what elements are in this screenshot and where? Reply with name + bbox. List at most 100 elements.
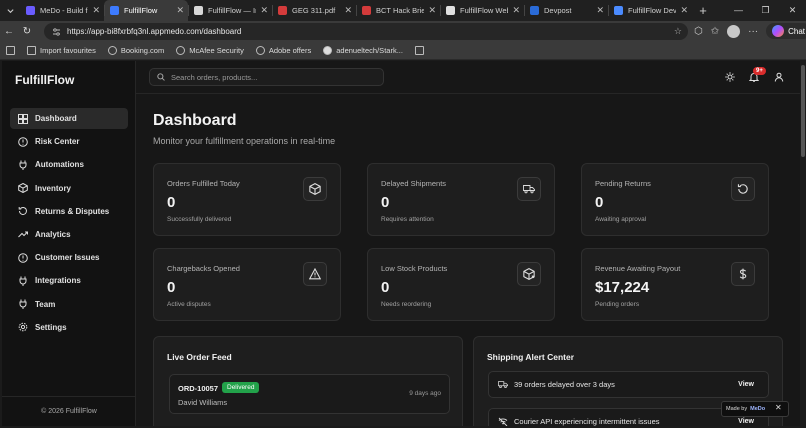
sidebar-item-customer-issues[interactable]: Customer Issues bbox=[10, 247, 128, 268]
back-icon[interactable]: ← bbox=[0, 26, 18, 37]
close-window-icon[interactable]: ✕ bbox=[779, 0, 806, 21]
dashboard-icon bbox=[18, 113, 28, 124]
nav-label: Inventory bbox=[35, 183, 72, 193]
sidebar: FulfillFlow Dashboard Risk Center Automa… bbox=[2, 61, 136, 426]
wifi-off-icon bbox=[498, 417, 508, 427]
restore-icon[interactable]: ❐ bbox=[752, 0, 779, 21]
globe-icon bbox=[255, 46, 265, 55]
stat-value: 0 bbox=[381, 194, 390, 211]
profile-avatar[interactable] bbox=[727, 24, 741, 38]
scrollbar-thumb[interactable] bbox=[801, 65, 805, 157]
sidebar-item-settings[interactable]: Settings bbox=[10, 317, 128, 338]
stat-value: $17,224 bbox=[595, 279, 650, 296]
bookmark-sidebar-toggle[interactable] bbox=[6, 46, 15, 55]
nav-label: Risk Center bbox=[35, 137, 80, 147]
sidebar-item-team[interactable]: Team bbox=[10, 294, 128, 315]
live-order-feed-panel: Live Order Feed ORD-10057 Delivered Davi… bbox=[153, 336, 463, 426]
sidebar-item-risk-center[interactable]: Risk Center bbox=[10, 131, 128, 152]
bookmark-item[interactable]: Import favourites bbox=[27, 46, 96, 55]
search-box[interactable] bbox=[149, 68, 384, 86]
tab-favicon-icon bbox=[194, 6, 203, 15]
browser-tab[interactable]: Devpost ✕ bbox=[524, 0, 608, 21]
user-profile-icon[interactable] bbox=[774, 72, 784, 82]
browser-tab[interactable]: MeDo - Build full-stack ✕ bbox=[20, 0, 104, 21]
browser-tab[interactable]: FulfillFlow Web App ✕ bbox=[440, 0, 524, 21]
bookmark-item[interactable]: adenueltech/Stark... bbox=[323, 46, 403, 55]
close-tab-icon[interactable]: ✕ bbox=[176, 5, 184, 16]
sidebar-item-inventory[interactable]: Inventory bbox=[10, 178, 128, 199]
sidebar-item-integrations[interactable]: Integrations bbox=[10, 270, 128, 291]
page-scrollbar[interactable] bbox=[800, 61, 806, 426]
close-tab-icon[interactable]: ✕ bbox=[92, 5, 100, 16]
truck-icon bbox=[498, 380, 508, 389]
close-tab-icon[interactable]: ✕ bbox=[428, 5, 436, 16]
bookmark-label: Booking.com bbox=[120, 46, 165, 55]
close-badge-icon[interactable]: ✕ bbox=[775, 403, 782, 412]
sidebar-nav: Dashboard Risk Center Automations Invent… bbox=[10, 108, 128, 340]
alert-circle-icon bbox=[18, 136, 28, 147]
copilot-chat-button[interactable]: Chat bbox=[766, 23, 806, 39]
stat-sub: Awaiting approval bbox=[595, 216, 647, 223]
bookmark-item[interactable]: Booking.com bbox=[107, 46, 165, 55]
globe-icon bbox=[176, 46, 186, 55]
bookmark-item[interactable]: Adobe offers bbox=[255, 46, 311, 55]
sidebar-item-dashboard[interactable]: Dashboard bbox=[10, 108, 128, 129]
brand-logo[interactable]: FulfillFlow bbox=[15, 73, 74, 87]
stat-sub: Pending orders bbox=[595, 301, 640, 308]
browser-tab-active[interactable]: FulfillFlow ✕ bbox=[104, 0, 188, 21]
more-menu-icon[interactable]: ··· bbox=[748, 26, 758, 37]
sidebar-item-analytics[interactable]: Analytics bbox=[10, 224, 128, 245]
nav-label: Settings bbox=[35, 322, 67, 332]
new-tab-icon[interactable]: + bbox=[692, 3, 714, 18]
bookmark-item[interactable]: McAfee Security bbox=[176, 46, 244, 55]
refresh-icon[interactable]: ↻ bbox=[18, 26, 36, 37]
theme-toggle-icon[interactable] bbox=[725, 72, 735, 82]
bookmark-label: McAfee Security bbox=[189, 46, 244, 55]
close-tab-icon[interactable]: ✕ bbox=[680, 5, 688, 16]
order-feed-item[interactable]: ORD-10057 Delivered David Williams 9 day… bbox=[169, 374, 450, 414]
view-alert-button[interactable]: View bbox=[738, 381, 754, 388]
favorite-star-icon[interactable]: ☆ bbox=[674, 26, 682, 37]
tab-title: FulfillFlow Web App bbox=[460, 6, 508, 15]
view-alert-button[interactable]: View bbox=[738, 418, 754, 425]
browser-tab[interactable]: GEG 311.pdf ✕ bbox=[272, 0, 356, 21]
stat-value: 0 bbox=[381, 279, 390, 296]
nav-label: Customer Issues bbox=[35, 253, 100, 263]
page-subtitle: Monitor your fulfillment operations in r… bbox=[153, 136, 336, 146]
minimize-icon[interactable]: — bbox=[725, 0, 752, 21]
tab-title: MeDo - Build full-stack bbox=[40, 6, 88, 15]
medo-brand: MeDo bbox=[750, 406, 766, 412]
sidebar-item-automations[interactable]: Automations bbox=[10, 154, 128, 175]
tab-favicon-icon bbox=[530, 6, 539, 15]
folder-icon bbox=[414, 46, 424, 55]
close-tab-icon[interactable]: ✕ bbox=[512, 5, 520, 16]
search-input[interactable] bbox=[171, 72, 371, 82]
close-tab-icon[interactable]: ✕ bbox=[260, 5, 268, 16]
page-title: Dashboard bbox=[153, 112, 237, 129]
sidebar-footer: © 2026 FulfillFlow bbox=[2, 396, 136, 426]
browser-tab[interactable]: FulfillFlow — Investor ✕ bbox=[188, 0, 272, 21]
stat-value: 0 bbox=[595, 194, 604, 211]
stat-card-orders-fulfilled: Orders Fulfilled Today 0 Successfully de… bbox=[153, 163, 341, 236]
browser-tab[interactable]: FulfillFlow Development ✕ bbox=[608, 0, 692, 21]
nav-label: Dashboard bbox=[35, 114, 77, 123]
favorites-icon[interactable]: ✩ bbox=[711, 26, 719, 37]
address-bar[interactable]: https://app-bi8fxrbfq3nl.appmedo.com/das… bbox=[44, 23, 688, 40]
bookmark-folder[interactable] bbox=[414, 46, 424, 55]
made-by-prefix: Made by bbox=[726, 406, 748, 412]
package-alert-icon bbox=[517, 262, 541, 286]
stat-label: Chargebacks Opened bbox=[167, 264, 240, 273]
extensions-icon[interactable]: ⬡ bbox=[694, 26, 703, 37]
nav-label: Analytics bbox=[35, 229, 71, 239]
browser-tab[interactable]: BCT Hack Brief.pdf ✕ bbox=[356, 0, 440, 21]
tab-list-menu-icon[interactable] bbox=[0, 0, 20, 21]
bookmark-label: Import favourites bbox=[40, 46, 96, 55]
bookmark-label: adenueltech/Stark... bbox=[336, 46, 403, 55]
sidebar-item-returns-disputes[interactable]: Returns & Disputes bbox=[10, 201, 128, 222]
stat-card-delayed-shipments: Delayed Shipments 0 Requires attention bbox=[367, 163, 555, 236]
plug-icon bbox=[18, 160, 28, 170]
close-tab-icon[interactable]: ✕ bbox=[344, 5, 352, 16]
site-info-icon[interactable] bbox=[52, 27, 61, 36]
close-tab-icon[interactable]: ✕ bbox=[596, 5, 604, 16]
notification-count-badge: 9+ bbox=[753, 67, 766, 75]
